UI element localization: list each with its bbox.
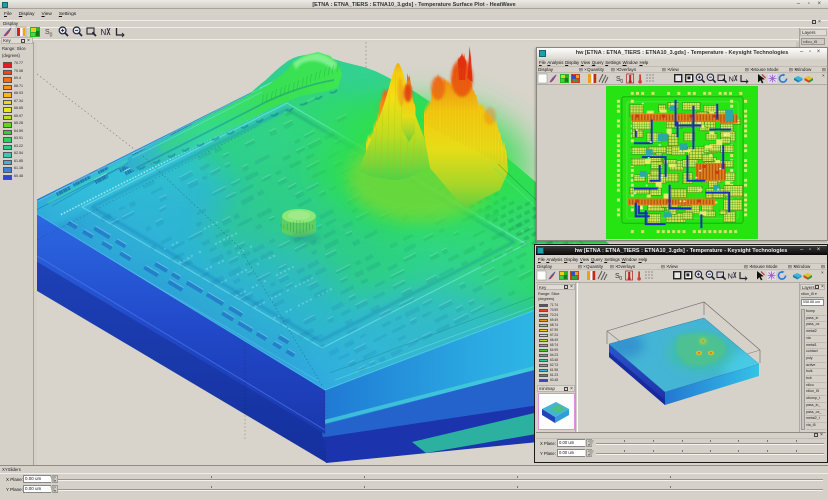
svg-text:0: 0 [50,32,53,38]
svg-text:N: N [729,74,734,83]
svg-text:N: N [728,271,733,280]
svg-text:N: N [101,28,107,37]
